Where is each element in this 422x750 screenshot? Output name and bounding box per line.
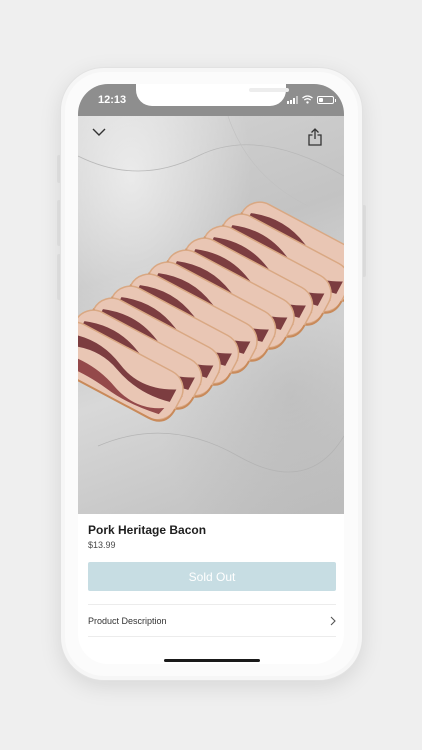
speaker-grille bbox=[249, 88, 289, 92]
product-price: $13.99 bbox=[88, 540, 116, 550]
collapse-button[interactable] bbox=[92, 128, 116, 152]
status-icons bbox=[287, 95, 336, 104]
share-button[interactable] bbox=[308, 128, 332, 152]
signal-icon bbox=[287, 96, 298, 104]
chevron-down-icon bbox=[92, 128, 106, 136]
divider bbox=[88, 636, 336, 637]
stage: 12:13 Pork Heritage Bacon $13.99 Sold Ou… bbox=[0, 0, 422, 750]
home-indicator bbox=[164, 659, 260, 662]
status-time: 12:13 bbox=[98, 94, 127, 106]
sold-out-button[interactable]: Sold Out bbox=[88, 562, 336, 591]
battery-icon bbox=[317, 96, 336, 104]
product-image bbox=[78, 116, 344, 514]
wifi-icon bbox=[302, 95, 313, 104]
product-description-label: Product Description bbox=[88, 615, 167, 626]
share-icon bbox=[308, 128, 322, 146]
app-screen: 12:13 Pork Heritage Bacon $13.99 Sold Ou… bbox=[78, 84, 344, 664]
chevron-right-icon bbox=[330, 616, 336, 625]
battery-level bbox=[319, 98, 323, 102]
product-name: Pork Heritage Bacon bbox=[88, 523, 207, 537]
notch bbox=[136, 84, 289, 106]
product-description-row[interactable]: Product Description bbox=[88, 605, 336, 636]
bacon-illustration bbox=[78, 116, 344, 473]
